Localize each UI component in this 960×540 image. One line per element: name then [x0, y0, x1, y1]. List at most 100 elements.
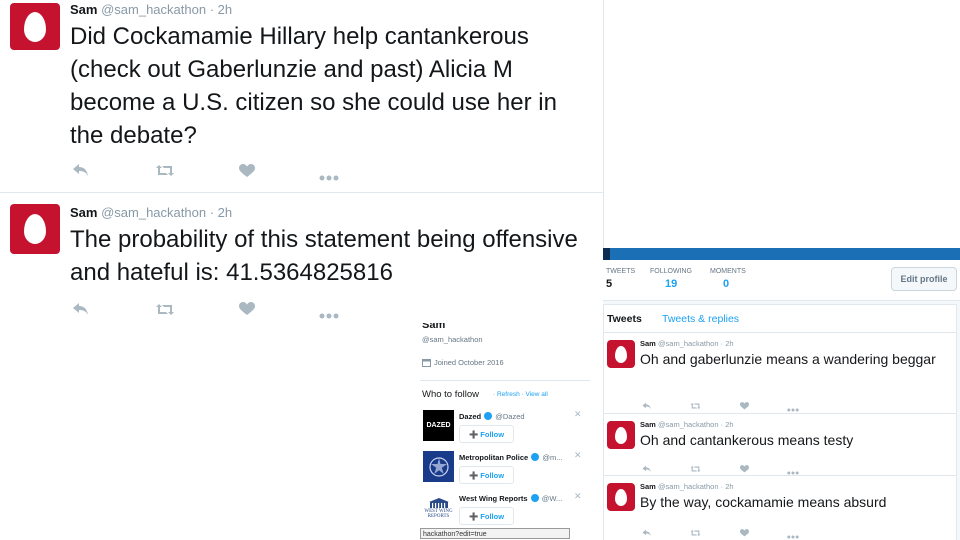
reply-icon[interactable] [642, 397, 652, 415]
joined-text: Joined October 2016 [434, 358, 504, 367]
account-avatar[interactable] [423, 451, 454, 482]
tab-tweets[interactable]: Tweets [607, 313, 642, 325]
who-to-follow: Who to follow · Refresh · View all DAZED… [420, 380, 590, 534]
follow-label: Follow [480, 470, 505, 480]
tweet-header: Sam @sam_hackathon · 2h [640, 482, 734, 491]
more-icon[interactable] [319, 306, 339, 324]
account-handle[interactable]: @m... [542, 453, 562, 462]
account-avatar[interactable]: DAZED [423, 410, 454, 441]
suggested-account: Metropolitan Police @m... ✕ ➕ Follow [422, 450, 590, 489]
joined-date: Joined October 2016 [422, 358, 504, 367]
tweet-time[interactable]: · 2h [210, 205, 232, 220]
profile-name[interactable]: Sam [422, 323, 445, 331]
view-all-link[interactable]: · View all [522, 391, 548, 398]
divider [603, 0, 604, 248]
follow-button[interactable]: ➕ Follow [459, 466, 514, 484]
user-handle[interactable]: @sam_hackathon [101, 2, 206, 17]
avatar[interactable] [607, 340, 635, 368]
tweet-time[interactable]: · 2h [210, 2, 232, 17]
avatar[interactable] [607, 483, 635, 511]
calendar-icon [422, 359, 431, 367]
follow-button[interactable]: ➕ Follow [459, 425, 514, 443]
tweet-card[interactable]: Sam @sam_hackathon · 2h Oh and gaberlunz… [604, 333, 956, 414]
egg-icon [615, 345, 627, 363]
avatar[interactable] [10, 3, 60, 50]
user-handle[interactable]: @sam_hackathon [658, 339, 719, 348]
user-name[interactable]: Sam [640, 420, 656, 429]
refresh-link[interactable]: · Refresh [493, 391, 520, 398]
user-handle[interactable]: @sam_hackathon [101, 205, 206, 220]
user-name[interactable]: Sam [640, 482, 656, 491]
tweet-card[interactable]: Sam @sam_hackathon · 2h By the way, cock… [604, 476, 956, 540]
stat-label: MOMENTS [710, 268, 746, 275]
reply-icon[interactable] [72, 302, 90, 321]
more-icon[interactable] [319, 168, 339, 186]
tweet-header: Sam @sam_hackathon · 2h [640, 420, 734, 429]
tweet-time[interactable]: · 2h [721, 339, 734, 348]
account-handle[interactable]: @Dazed [495, 412, 524, 421]
timeline-tabs: Tweets Tweets & replies [604, 305, 956, 333]
stat-label: TWEETS [606, 268, 636, 275]
account-name-line: West Wing Reports @W... [459, 494, 562, 503]
account-handle[interactable]: @W... [542, 494, 563, 503]
header-banner [603, 248, 960, 260]
like-icon[interactable] [740, 397, 749, 415]
add-user-icon: ➕ [468, 429, 479, 439]
retweet-icon[interactable] [155, 303, 175, 321]
verified-icon [484, 412, 493, 420]
browser-status-bar: hackathon?edit=true [420, 528, 570, 539]
reply-icon[interactable] [642, 524, 652, 540]
user-name[interactable]: Sam [70, 205, 97, 220]
tweet-header: Sam @sam_hackathon · 2h [640, 339, 734, 348]
user-handle[interactable]: @sam_hackathon [658, 482, 719, 491]
stat-tweets[interactable]: TWEETS 5 [606, 268, 635, 290]
account-name[interactable]: West Wing Reports [459, 494, 528, 503]
reply-icon[interactable] [72, 163, 90, 182]
tweet-header: Sam @sam_hackathon · 2h [70, 2, 232, 17]
edit-profile-button[interactable]: Edit profile [891, 267, 957, 291]
like-icon[interactable] [239, 164, 255, 183]
tweet-time[interactable]: · 2h [721, 420, 734, 429]
profile-handle[interactable]: @sam_hackathon [422, 335, 483, 344]
verified-icon [530, 494, 539, 502]
profile-sidebar: Sam @sam_hackathon Joined October 2016 W… [420, 323, 595, 540]
stat-value: 19 [665, 278, 678, 290]
user-handle[interactable]: @sam_hackathon [658, 420, 719, 429]
wwr-logo-text: WEST WING REPORTS [424, 508, 453, 519]
egg-icon [615, 426, 627, 444]
avatar[interactable] [607, 421, 635, 449]
profile-stats: TWEETS 5 FOLLOWING 19 MOMENTS 0 Edit pro… [603, 260, 960, 301]
retweet-icon[interactable] [155, 164, 175, 182]
retweet-icon[interactable] [690, 397, 701, 415]
add-user-icon: ➕ [468, 511, 479, 521]
avatar[interactable] [10, 204, 60, 254]
follow-button[interactable]: ➕ Follow [459, 507, 514, 525]
dismiss-icon[interactable]: ✕ [574, 491, 582, 502]
like-icon[interactable] [239, 302, 255, 321]
like-icon[interactable] [740, 524, 749, 540]
dismiss-icon[interactable]: ✕ [574, 409, 582, 420]
more-icon[interactable] [787, 526, 799, 540]
tweet-card[interactable]: Sam @sam_hackathon · 2h Did Cockamamie H… [0, 0, 603, 192]
tweet-card[interactable]: Sam @sam_hackathon · 2h Oh and cantanker… [604, 414, 956, 476]
account-avatar[interactable]: WEST WING REPORTS [423, 492, 454, 523]
tweet-time[interactable]: · 2h [721, 482, 734, 491]
dismiss-icon[interactable]: ✕ [574, 450, 582, 461]
egg-icon [24, 214, 46, 244]
user-name[interactable]: Sam [640, 339, 656, 348]
tweet-header: Sam @sam_hackathon · 2h [70, 205, 232, 220]
stat-moments[interactable]: MOMENTS 0 [710, 268, 746, 290]
account-name[interactable]: Metropolitan Police [459, 453, 528, 462]
tweet-card[interactable]: Sam @sam_hackathon · 2h The probability … [0, 193, 603, 323]
user-name[interactable]: Sam [70, 2, 97, 17]
account-name[interactable]: Dazed [459, 412, 481, 421]
follow-label: Follow [480, 429, 505, 439]
tab-tweets-replies[interactable]: Tweets & replies [662, 313, 739, 325]
egg-icon [24, 11, 46, 42]
stat-label: FOLLOWING [650, 268, 693, 275]
retweet-icon[interactable] [690, 524, 701, 540]
stat-value: 0 [723, 278, 730, 290]
who-to-follow-title: Who to follow [422, 389, 480, 400]
stat-following[interactable]: FOLLOWING 19 [650, 268, 692, 290]
tweet-text: Oh and gaberlunzie means a wandering beg… [640, 351, 936, 367]
